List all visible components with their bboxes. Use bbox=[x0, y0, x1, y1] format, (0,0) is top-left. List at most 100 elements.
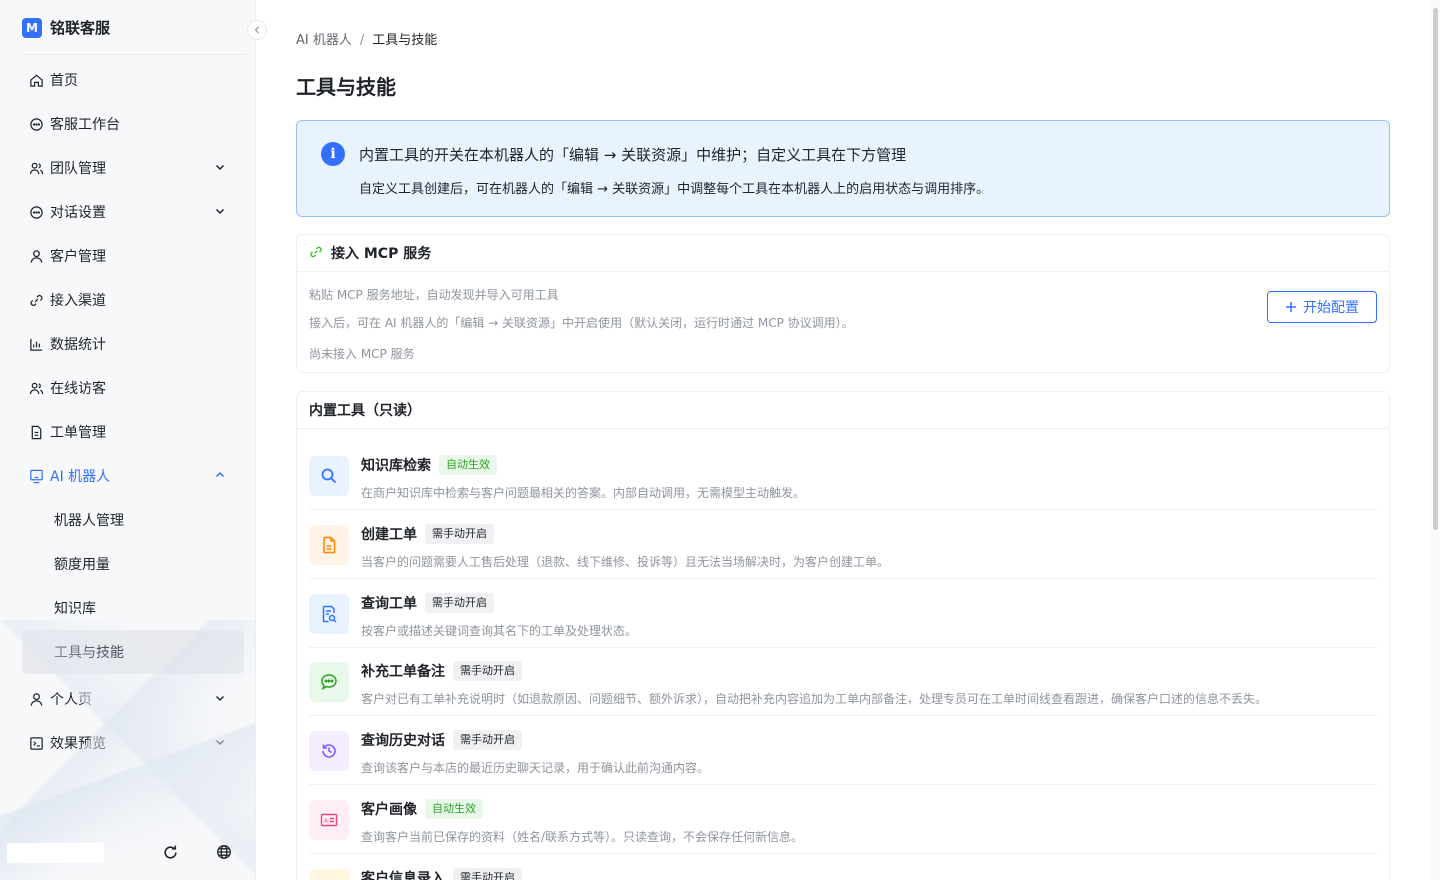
history-icon bbox=[309, 731, 349, 771]
breadcrumb: AI 机器人 / 工具与技能 bbox=[296, 29, 437, 48]
user-chip[interactable] bbox=[7, 843, 104, 863]
tool-name-text: 查询历史对话 bbox=[361, 733, 445, 749]
status-badge: 需手动开启 bbox=[453, 730, 522, 750]
tool-row: 补充工单备注 需手动开启 客户对已有工单补充说明时（如退款原因、问题细节、额外诉… bbox=[309, 647, 1377, 716]
breadcrumb-separator: / bbox=[359, 33, 365, 48]
brand-divider bbox=[22, 54, 247, 55]
link-icon bbox=[309, 245, 325, 261]
info-notice: i 内置工具的开关在本机器人的「编辑 → 关联资源」中维护；自定义工具在下方管理… bbox=[296, 120, 1390, 217]
info-icon: i bbox=[321, 142, 345, 166]
chevron-left-icon bbox=[254, 26, 259, 34]
nav-subitem-label: 知识库 bbox=[54, 601, 96, 617]
nav-item-label: 客服工作台 bbox=[50, 117, 120, 133]
brand[interactable]: M 铭联客服 bbox=[22, 17, 110, 38]
status-badge: 需手动开启 bbox=[453, 868, 522, 880]
mcp-description: 粘贴 MCP 服务地址，自动发现并导入可用工具 bbox=[309, 288, 559, 302]
status-badge: 自动生效 bbox=[425, 799, 483, 819]
nav-item-label: 首页 bbox=[50, 73, 78, 89]
tool-row: 查询历史对话 需手动开启 查询该客户与本店的最近历史聊天记录，用于确认此前沟通内… bbox=[309, 716, 1377, 785]
tool-desc: 客户对已有工单补充说明时（如退款原因、问题细节、额外诉求），自动把补充内容追加为… bbox=[361, 692, 1268, 706]
chat-bubble-icon bbox=[28, 116, 44, 132]
status-badge: 需手动开启 bbox=[425, 593, 494, 613]
nav-item-visitors[interactable]: 在线访客 bbox=[22, 366, 244, 410]
nav-subitem-label: 工具与技能 bbox=[54, 645, 124, 661]
status-badge: 需手动开启 bbox=[425, 524, 494, 544]
chevron-down-icon bbox=[214, 205, 226, 217]
nav-item-label: 接入渠道 bbox=[50, 293, 106, 309]
nav-item-customers[interactable]: 客户管理 bbox=[22, 234, 244, 278]
tool-desc: 查询该客户与本店的最近历史聊天记录，用于确认此前沟通内容。 bbox=[361, 761, 710, 775]
mcp-card: 接入 MCP 服务 粘贴 MCP 服务地址，自动发现并导入可用工具 接入后，可在… bbox=[296, 234, 1390, 373]
tool-name: 客户信息录入 需手动开启 bbox=[361, 868, 522, 880]
nav-item-label: AI 机器人 bbox=[50, 469, 111, 485]
nav-subitem-tools-skills[interactable]: 工具与技能 bbox=[22, 630, 244, 674]
main-content: AI 机器人 / 工具与技能 工具与技能 i 内置工具的开关在本机器人的「编辑 → … bbox=[256, 0, 1428, 880]
builtin-tools-title: 内置工具（只读） bbox=[309, 403, 421, 419]
nav-subitem-robot-management[interactable]: 机器人管理 bbox=[22, 498, 244, 542]
document-icon bbox=[309, 525, 349, 565]
terminal-icon bbox=[28, 735, 44, 751]
nav-item-tickets[interactable]: 工单管理 bbox=[22, 410, 244, 454]
nav-subitem-knowledge-base[interactable]: 知识库 bbox=[22, 586, 244, 630]
breadcrumb-parent[interactable]: AI 机器人 bbox=[296, 33, 352, 48]
nav-item-label: 效果预览 bbox=[50, 736, 106, 752]
tool-name-text: 查询工单 bbox=[361, 596, 417, 612]
robot-icon bbox=[28, 468, 44, 484]
builtin-tools-header: 内置工具（只读） bbox=[297, 392, 1389, 429]
nav-item-statistics[interactable]: 数据统计 bbox=[22, 322, 244, 366]
id-card-icon: A: bbox=[309, 800, 349, 840]
page-scrollbar[interactable] bbox=[1431, 0, 1440, 880]
nav-item-label: 工单管理 bbox=[50, 425, 106, 441]
user-icon bbox=[28, 691, 44, 707]
plus-icon bbox=[1286, 302, 1296, 312]
chevron-down-icon bbox=[214, 736, 226, 748]
nav-item-dialog-settings[interactable]: 对话设置 bbox=[22, 190, 244, 234]
notice-desc: 自定义工具创建后，可在机器人的「编辑 → 关联资源」中调整每个工具在本机器人上的… bbox=[359, 182, 990, 197]
globe-icon[interactable] bbox=[214, 842, 234, 862]
nav-item-preview[interactable]: 效果预览 bbox=[22, 721, 244, 765]
tool-name: 创建工单 需手动开启 bbox=[361, 524, 494, 544]
scrollbar-thumb[interactable] bbox=[1433, 8, 1438, 530]
mcp-hint: 接入后，可在 AI 机器人的「编辑 → 关联资源」中开启使用（默认关闭，运行时通… bbox=[309, 316, 854, 330]
brand-logo-icon: M bbox=[22, 17, 42, 38]
notice-title: 内置工具的开关在本机器人的「编辑 → 关联资源」中维护；自定义工具在下方管理 bbox=[359, 146, 907, 164]
search-icon bbox=[309, 456, 349, 496]
chevron-down-icon bbox=[214, 161, 226, 173]
tool-name-text: 创建工单 bbox=[361, 527, 417, 543]
home-icon bbox=[28, 72, 44, 88]
nav-item-home[interactable]: 首页 bbox=[22, 58, 244, 102]
collapse-sidebar-button[interactable] bbox=[247, 20, 267, 40]
tool-desc: 查询客户当前已保存的资料（姓名/联系方式等）。只读查询，不会保存任何新信息。 bbox=[361, 830, 804, 844]
status-badge: 自动生效 bbox=[439, 455, 497, 475]
nav-item-channels[interactable]: 接入渠道 bbox=[22, 278, 244, 322]
tool-name-text: 补充工单备注 bbox=[361, 664, 445, 680]
nav-item-profile[interactable]: 个人页 bbox=[22, 677, 244, 721]
start-config-label: 开始配置 bbox=[1303, 300, 1359, 316]
nav-item-team[interactable]: 团队管理 bbox=[22, 146, 244, 190]
bar-chart-icon bbox=[28, 336, 44, 352]
nav-item-ai-robot[interactable]: AI 机器人 bbox=[22, 454, 244, 498]
nav-subitem-quota-usage[interactable]: 额度用量 bbox=[22, 542, 244, 586]
nav-item-label: 团队管理 bbox=[50, 161, 106, 177]
mcp-card-header: 接入 MCP 服务 bbox=[297, 235, 1389, 272]
status-badge: 需手动开启 bbox=[453, 661, 522, 681]
svg-text:A:: A: bbox=[324, 819, 330, 825]
mcp-card-title: 接入 MCP 服务 bbox=[331, 246, 432, 262]
tool-name: 查询历史对话 需手动开启 bbox=[361, 730, 522, 750]
brand-name: 铭联客服 bbox=[50, 19, 111, 37]
start-config-button[interactable]: 开始配置 bbox=[1267, 291, 1377, 323]
chat-bubble-icon bbox=[309, 662, 349, 702]
tool-row: 创建工单 需手动开启 当客户的问题需要人工售后处理（退款、线下维修、投诉等）且无… bbox=[309, 510, 1377, 579]
tool-name-text: 客户信息录入 bbox=[361, 871, 445, 880]
nav-subitem-label: 额度用量 bbox=[54, 557, 110, 573]
tool-name-text: 知识库检索 bbox=[361, 458, 431, 474]
nav-item-workbench[interactable]: 客服工作台 bbox=[22, 102, 244, 146]
builtin-tools-card: 内置工具（只读） 知识库检索 自动生效 在商户知识库中检索与客户问题最相关的答案… bbox=[296, 391, 1390, 880]
sidebar: M 铭联客服 首页 客服工作台 团队管理 对话设置 客户管理 接入渠道 数据统计… bbox=[0, 0, 256, 880]
refresh-icon[interactable] bbox=[160, 842, 180, 862]
team-icon bbox=[28, 160, 44, 176]
tool-name: 知识库检索 自动生效 bbox=[361, 455, 497, 475]
tool-name: 客户画像 自动生效 bbox=[361, 799, 483, 819]
tool-name: 补充工单备注 需手动开启 bbox=[361, 661, 522, 681]
mcp-status: 尚未接入 MCP 服务 bbox=[309, 347, 415, 361]
